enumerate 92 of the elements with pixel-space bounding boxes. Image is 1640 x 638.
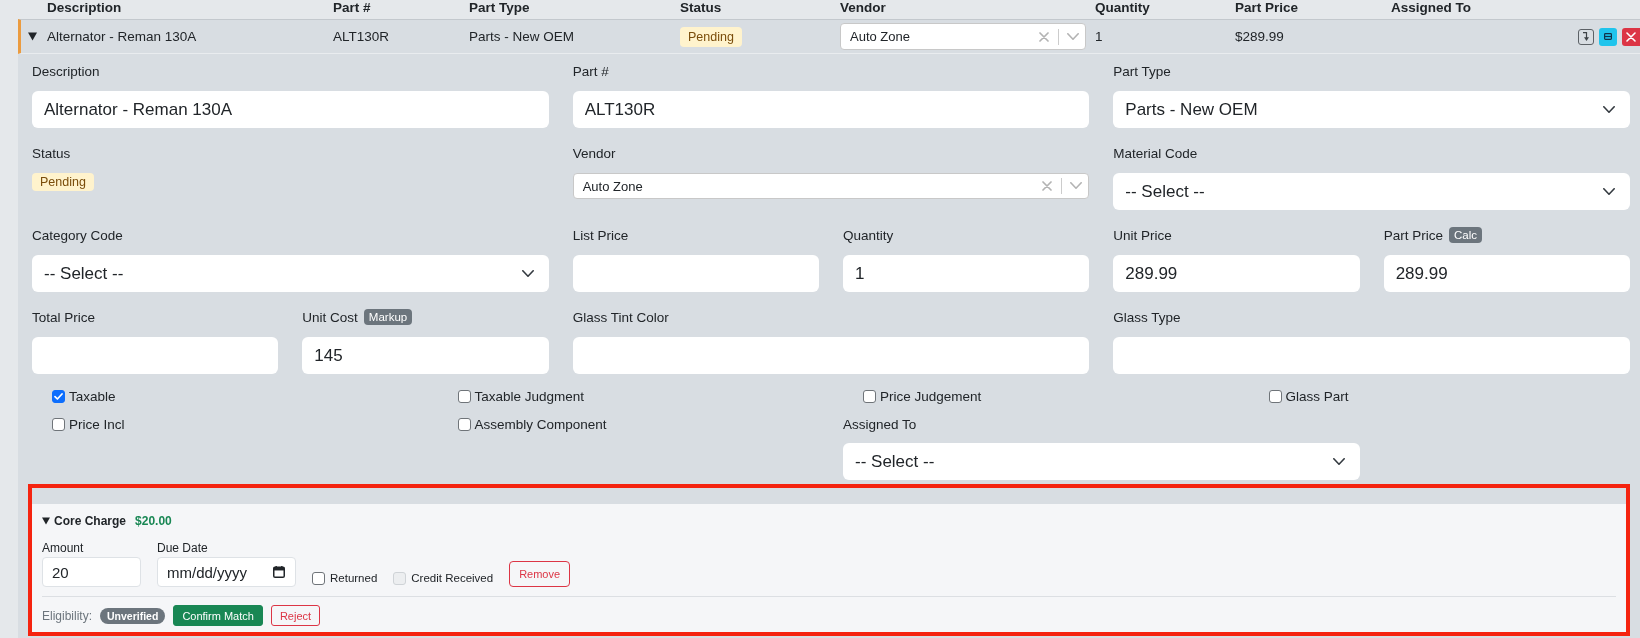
- confirm-button[interactable]: Confirm Match: [173, 605, 263, 626]
- remove-button[interactable]: Remove: [509, 561, 571, 587]
- checkbox[interactable]: [457, 389, 471, 403]
- input-field[interactable]: ALT130R: [572, 91, 1090, 128]
- checkbox-label: Assembly Component: [474, 416, 607, 432]
- table-cell: $289.99: [1235, 29, 1284, 44]
- input-field[interactable]: 289.99: [1383, 255, 1630, 292]
- input-field[interactable]: [572, 255, 819, 292]
- input-field[interactable]: Alternator - Reman 130A: [32, 91, 549, 128]
- column-header: Part #: [333, 0, 371, 17]
- chevron-down-icon: [521, 269, 534, 278]
- field-label: Vendor: [572, 145, 616, 161]
- field-label: Amount: [42, 541, 85, 555]
- checkbox-label: Price Judgement: [880, 388, 982, 404]
- input-field[interactable]: 289.99: [1113, 255, 1360, 292]
- status-badge: Pending: [680, 26, 742, 47]
- column-header: Quantity: [1095, 0, 1150, 17]
- chevron-down-icon: [1603, 105, 1615, 114]
- status-badge: Pending: [32, 173, 94, 191]
- field-label: Unit Price: [1113, 227, 1172, 243]
- field-label: Glass Tint Color: [572, 309, 669, 325]
- checkbox-label: Credit Received: [411, 572, 494, 584]
- field-label: Glass Type: [1113, 309, 1181, 325]
- reject-button[interactable]: Reject: [270, 605, 321, 626]
- dropdown-field[interactable]: -- Select --: [1113, 173, 1630, 210]
- field-label: Description: [32, 63, 100, 79]
- column-header: Description: [47, 0, 122, 17]
- input-field[interactable]: 1: [843, 255, 1090, 292]
- calendar-icon[interactable]: [273, 566, 285, 578]
- field-tag: Markup: [363, 309, 413, 325]
- column-header: Assigned To: [1391, 0, 1471, 17]
- input-field[interactable]: [572, 337, 1090, 374]
- checkbox-label: Price Incl: [69, 416, 125, 432]
- field-label: List Price: [572, 227, 629, 243]
- chevron-down-icon: [1067, 32, 1079, 41]
- caret-icon[interactable]: [28, 32, 37, 41]
- chevron-down-icon: [1332, 457, 1345, 466]
- column-header: Vendor: [840, 0, 886, 17]
- input-field[interactable]: 20: [42, 557, 141, 587]
- checkbox[interactable]: [863, 389, 876, 403]
- column-header: Part Price: [1235, 0, 1299, 17]
- field-tag: Calc: [1448, 227, 1482, 243]
- checkbox[interactable]: [52, 417, 65, 431]
- input-field[interactable]: [32, 337, 279, 374]
- window-button[interactable]: [1599, 27, 1617, 46]
- status-badge: Unverified: [100, 607, 166, 624]
- checkbox-label: Glass Part: [1285, 388, 1349, 404]
- table-cell: ALT130R: [333, 29, 390, 44]
- close-icon: [1626, 31, 1636, 42]
- dropdown-field[interactable]: Parts - New OEM: [1113, 91, 1630, 128]
- checkbox[interactable]: [312, 571, 325, 585]
- checkbox-label: Taxable: [69, 388, 116, 404]
- table-cell: 1: [1095, 29, 1103, 44]
- column-header: Part Type: [469, 0, 530, 17]
- arrow-down-icon: [1582, 32, 1590, 41]
- vendor-select[interactable]: Auto Zone: [572, 173, 1090, 199]
- input-field[interactable]: [1113, 337, 1630, 374]
- table-row[interactable]: Alternator - Reman 130A ALT130R Parts - New OEM Pending Auto Zone 1 $289.99: [18, 19, 1640, 54]
- field-label: Part Price: [1383, 227, 1443, 243]
- field-label: Quantity: [843, 227, 894, 243]
- section-title: Core Charge: [54, 514, 127, 528]
- checkbox-label: Returned: [330, 572, 378, 584]
- window-icon: [1604, 33, 1612, 40]
- field-label: Assigned To: [843, 416, 917, 432]
- dropdown-field[interactable]: -- Select --: [843, 443, 1360, 480]
- caret-icon[interactable]: [42, 517, 50, 525]
- arrow-down-button[interactable]: [1578, 28, 1594, 45]
- field-label: Material Code: [1113, 145, 1198, 161]
- core-charge-amount: $20.00: [135, 514, 172, 528]
- eligibility-label: Eligibility:: [42, 608, 92, 623]
- field-label: Unit Cost: [302, 309, 358, 325]
- checkbox[interactable]: [1268, 389, 1282, 403]
- field-label: Total Price: [32, 309, 96, 325]
- dropdown-field[interactable]: -- Select --: [32, 255, 549, 292]
- checkbox[interactable]: [52, 389, 65, 403]
- checkbox-label: Taxable Judgment: [474, 388, 585, 404]
- date-field[interactable]: mm/dd/yyyy: [157, 557, 296, 587]
- field-label: Part Type: [1113, 63, 1171, 79]
- field-label: Status: [32, 145, 71, 161]
- field-label: Category Code: [32, 227, 123, 243]
- chevron-down-icon: [1070, 182, 1083, 190]
- close-button[interactable]: [1622, 27, 1640, 46]
- field-label: Part #: [572, 63, 609, 79]
- column-header: Status: [680, 0, 722, 17]
- table-cell: Parts - New OEM: [469, 29, 574, 44]
- checkbox[interactable]: [457, 417, 471, 431]
- input-field[interactable]: 145: [302, 337, 549, 374]
- field-label: Due Date: [157, 541, 209, 555]
- chevron-down-icon: [1603, 187, 1615, 196]
- vendor-select[interactable]: Auto Zone: [840, 23, 1086, 50]
- table-cell: Alternator - Reman 130A: [47, 29, 197, 44]
- checkmark-icon: [54, 392, 63, 400]
